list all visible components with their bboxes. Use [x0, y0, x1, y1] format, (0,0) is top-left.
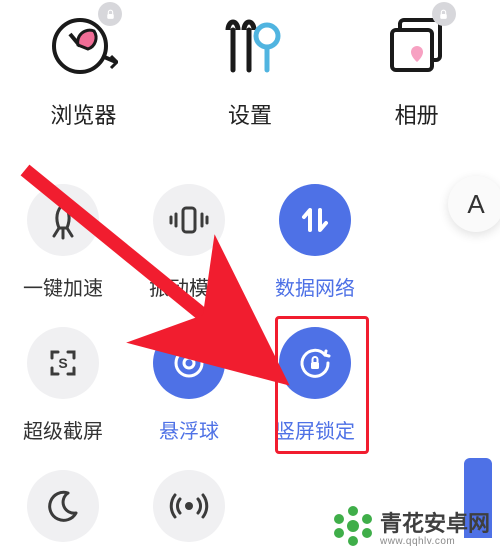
settings-icon	[215, 10, 285, 80]
qs-vibrate[interactable]: 振动模式	[126, 170, 252, 301]
app-settings[interactable]: 设置	[175, 10, 325, 130]
quick-settings: 一键加速 振动模式	[0, 170, 500, 558]
qs-screenshot-label: 超级截屏	[0, 415, 126, 444]
watermark-logo-icon	[332, 505, 374, 547]
watermark-title: 青花安卓网	[380, 506, 490, 538]
app-settings-label: 设置	[175, 98, 325, 130]
qs-rotation-lock-label: 竖屏锁定	[252, 415, 378, 444]
qs-hotspot[interactable]	[126, 456, 252, 558]
screenshot-icon: S	[27, 327, 99, 399]
data-icon	[279, 184, 351, 256]
vibrate-icon	[153, 184, 225, 256]
lock-icon	[432, 2, 456, 26]
page-root: 浏览器 设置	[0, 0, 500, 559]
app-browser[interactable]: 浏览器	[8, 10, 158, 130]
app-gallery-label: 相册	[342, 98, 492, 130]
rocket-icon	[27, 184, 99, 256]
assistive-button-label: A	[467, 189, 484, 220]
qs-screenshot[interactable]: S 超级截屏	[0, 313, 126, 444]
qs-row-1: 一键加速 振动模式	[0, 170, 500, 301]
apps-row: 浏览器 设置	[0, 10, 500, 130]
qs-row-2: S 超级截屏 悬浮球	[0, 313, 500, 444]
qs-floatball[interactable]: 悬浮球	[126, 313, 252, 444]
qs-boost[interactable]: 一键加速	[0, 170, 126, 301]
qs-data-label: 数据网络	[252, 272, 378, 301]
lock-icon	[98, 2, 122, 26]
qs-floatball-label: 悬浮球	[126, 415, 252, 444]
svg-text:S: S	[58, 355, 67, 371]
rotation-lock-icon	[279, 327, 351, 399]
qs-boost-label: 一键加速	[0, 272, 126, 301]
qs-night-mode[interactable]	[0, 456, 126, 558]
browser-icon	[48, 10, 118, 80]
app-gallery[interactable]: 相册	[342, 10, 492, 130]
watermark-text: 青花安卓网 www.qqhlv.com	[380, 506, 490, 547]
gallery-icon	[382, 10, 452, 80]
watermark: 青花安卓网 www.qqhlv.com	[332, 505, 490, 547]
qs-rotation-lock[interactable]: 竖屏锁定	[252, 313, 378, 444]
moon-icon	[27, 470, 99, 542]
qs-vibrate-label: 振动模式	[126, 272, 252, 301]
assistive-button[interactable]: A	[448, 176, 500, 232]
qs-data[interactable]: 数据网络	[252, 170, 378, 301]
hotspot-icon	[153, 470, 225, 542]
app-browser-label: 浏览器	[8, 98, 158, 130]
floatball-icon	[153, 327, 225, 399]
